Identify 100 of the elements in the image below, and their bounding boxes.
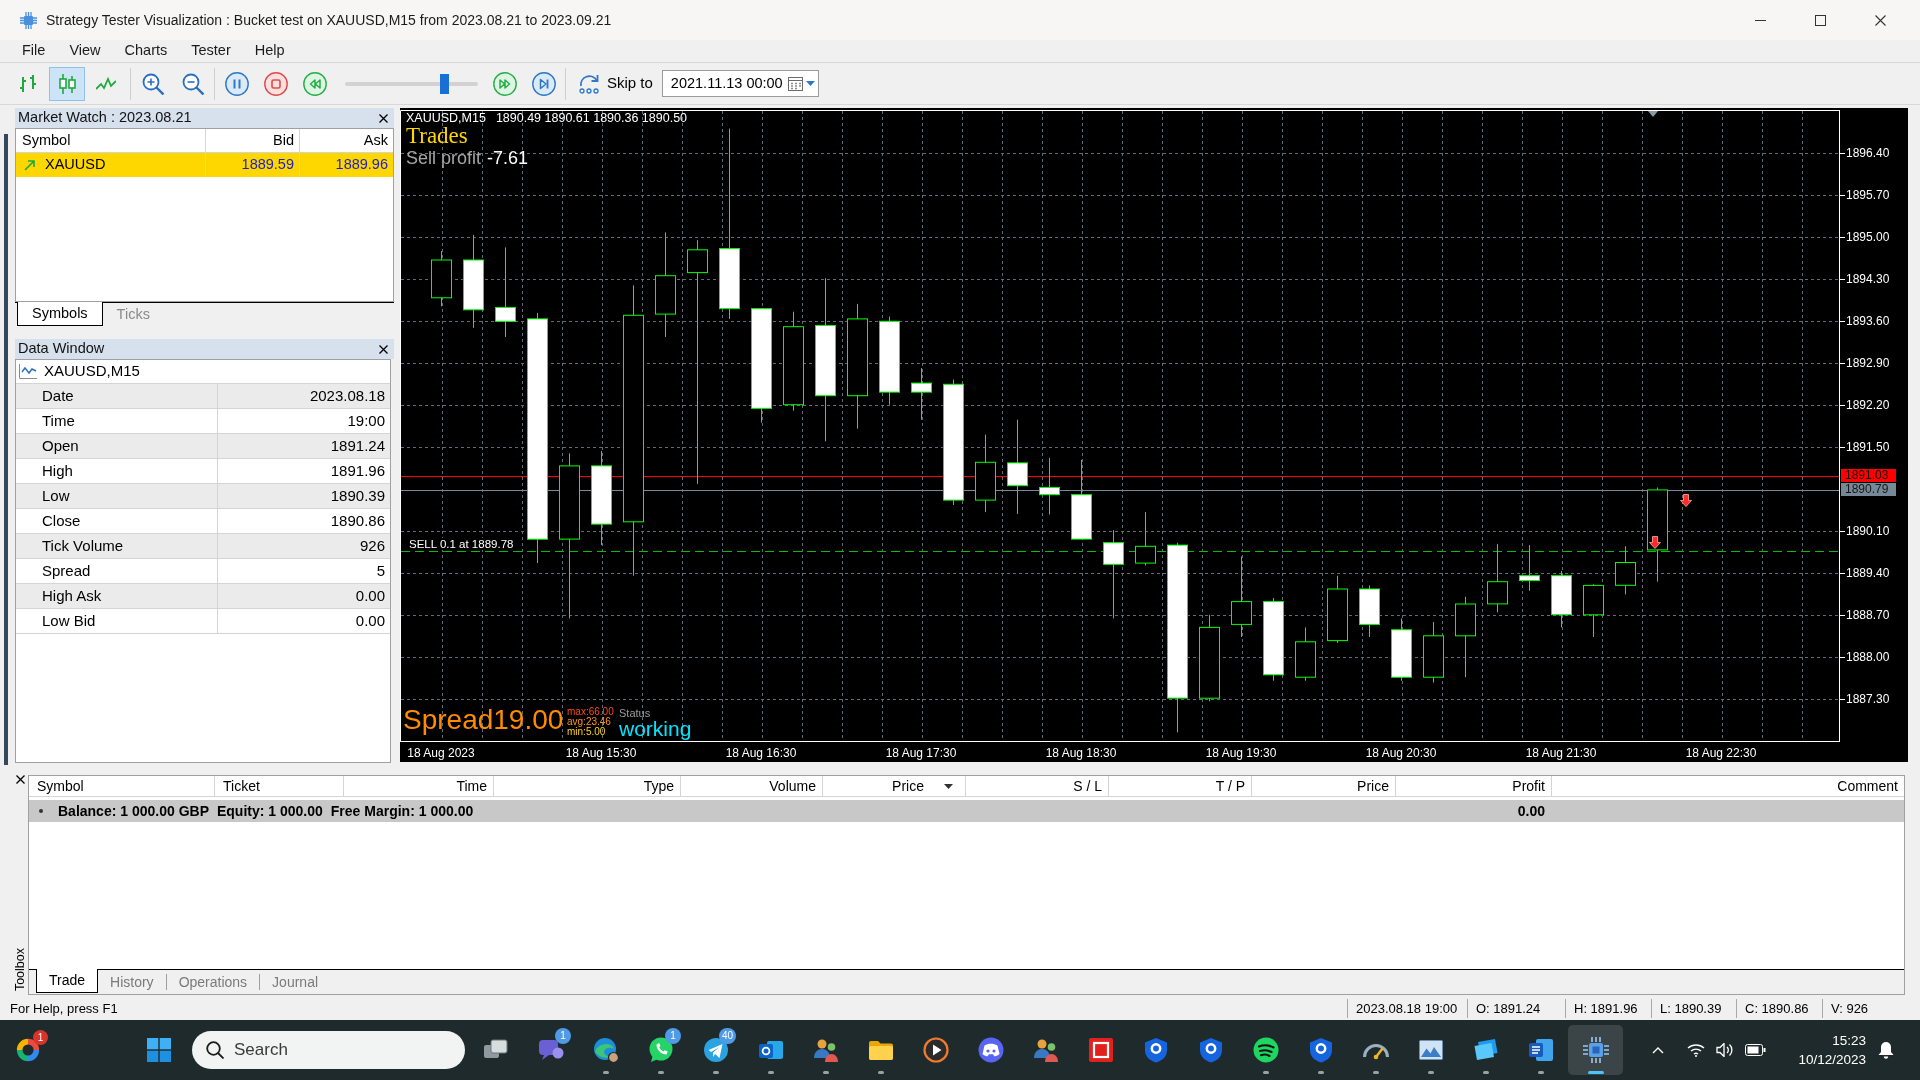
- column-header[interactable]: T / P: [1109, 776, 1252, 796]
- close-icon: [379, 113, 388, 123]
- candle-wick: [1529, 544, 1530, 592]
- grid-logo-icon: [147, 1038, 171, 1062]
- column-header[interactable]: Bid: [273, 129, 294, 152]
- column-header[interactable]: Volume: [681, 776, 823, 796]
- candle-body: [1135, 545, 1156, 564]
- column-header[interactable]: Ask: [363, 129, 388, 152]
- panel-title: Data Window: [18, 339, 105, 359]
- chart-symbol: XAUUSD,M15: [406, 111, 486, 125]
- candle-body: [431, 259, 452, 299]
- symbol-row[interactable]: XAUUSD 1889.59 1889.96: [16, 153, 393, 177]
- column-header[interactable]: Symbol: [29, 776, 215, 796]
- axis-label: 1891.50: [1846, 440, 1890, 455]
- search-icon: [206, 1041, 224, 1059]
- tick-mark: [1839, 615, 1846, 616]
- ask-price: 1889.96: [335, 155, 388, 175]
- sort-arrow-icon: [944, 783, 953, 789]
- field-label: Time: [42, 410, 75, 431]
- panel-tab[interactable]: Journal: [260, 970, 331, 994]
- speaker-icon: [1715, 1043, 1734, 1057]
- ohlc-readout: 1890.49 1890.61 1890.36 1890.50: [495, 111, 688, 125]
- candle-body: [975, 461, 996, 501]
- column-header[interactable]: Symbol: [22, 129, 71, 152]
- field-label: Date: [42, 385, 74, 406]
- window-title: Strategy Tester Visualization : Bucket test on XAUUSD,M15 from 2023.08.21 to 2023.09.21: [46, 10, 612, 30]
- search-field[interactable]: Search: [192, 1031, 465, 1069]
- stop-icon: [264, 71, 288, 96]
- play-icon: [921, 1036, 950, 1064]
- column-header[interactable]: Time: [344, 776, 494, 796]
- tick-mark: [1839, 153, 1846, 154]
- field-label: Low Bid: [42, 610, 96, 631]
- maximize-icon: [1814, 14, 1826, 26]
- menu-item[interactable]: Help: [242, 40, 297, 62]
- summary-text: Balance: 1 000.00 GBP: [58, 801, 209, 821]
- panel-tab[interactable]: Operations: [166, 970, 260, 994]
- app-icon: [20, 11, 37, 29]
- symbol-name: XAUUSD: [45, 155, 106, 175]
- skip-to-button[interactable]: Skip to: [578, 68, 653, 99]
- field-value: 5: [376, 560, 385, 581]
- column-header[interactable]: Price: [823, 776, 966, 796]
- spread-stat: max:66.00: [567, 707, 614, 717]
- axis-label: 18 Aug 18:30: [1045, 746, 1117, 760]
- axis-label: 1888.70: [1846, 608, 1890, 623]
- candle-body: [1455, 603, 1476, 637]
- summary-text: Equity: 1 000.00: [217, 801, 323, 821]
- notification-badge: 1: [555, 1028, 571, 1044]
- bid-price: 1889.59: [241, 155, 294, 175]
- bell-icon: [1878, 1041, 1894, 1059]
- tick-mark: [1839, 657, 1846, 658]
- candle-wick: [921, 367, 922, 421]
- price-label: 1890.79: [1841, 483, 1896, 497]
- field-value: 1891.24: [330, 435, 385, 456]
- axis-label: 18 Aug 22:30: [1685, 746, 1757, 760]
- panel-tab[interactable]: History: [98, 970, 166, 994]
- tick-mark: [1839, 531, 1846, 532]
- column-header[interactable]: Comment: [1552, 776, 1904, 796]
- status-field: 2023.08.18 19:00: [1356, 998, 1458, 1019]
- close-button[interactable]: [378, 112, 389, 124]
- status-label: Status: [619, 707, 651, 719]
- column-header[interactable]: Price: [1252, 776, 1396, 796]
- field-label: Open: [42, 435, 79, 456]
- column-header[interactable]: Ticket: [215, 776, 344, 796]
- menu-item[interactable]: View: [57, 40, 113, 62]
- column-header[interactable]: S / L: [966, 776, 1109, 796]
- field-label: High Ask: [42, 585, 102, 606]
- pause-icon: [225, 71, 249, 96]
- menu-item[interactable]: File: [10, 40, 58, 62]
- field-value: 926: [359, 535, 385, 556]
- line-chart-icon: [19, 364, 37, 379]
- tick-mark: [1839, 573, 1846, 574]
- swirl-icon: [591, 1036, 620, 1064]
- candlestick-button[interactable]: [49, 66, 85, 101]
- axis-label: 1890.10: [1846, 524, 1890, 539]
- panel-tab[interactable]: Trade: [36, 969, 99, 993]
- candle-body: [463, 259, 484, 311]
- candle-body: [911, 382, 932, 393]
- slider-thumb[interactable]: [440, 73, 450, 94]
- axis-label: 1888.00: [1846, 650, 1890, 665]
- menu-item[interactable]: Charts: [112, 40, 180, 62]
- panel-tab[interactable]: Symbols: [17, 302, 103, 326]
- axis-label: 18 Aug 21:30: [1525, 746, 1597, 760]
- clock-button[interactable]: 15:23 10/12/2023: [1774, 1028, 1870, 1072]
- caret-down-icon: [805, 81, 815, 86]
- status-field: C: 1890.86: [1745, 998, 1809, 1019]
- spread-readout: Spread19.00: [403, 705, 564, 735]
- candle-body: [1519, 575, 1540, 581]
- column-header[interactable]: Profit: [1396, 776, 1552, 796]
- profit-label: Sell profit: [406, 148, 482, 168]
- close-button[interactable]: [378, 343, 389, 355]
- date-field[interactable]: 2021.11.13 00:00: [661, 70, 819, 97]
- close-icon: [15, 775, 25, 784]
- tick-mark: [1839, 363, 1846, 364]
- close-button[interactable]: [14, 774, 26, 785]
- menu-item[interactable]: Tester: [179, 40, 243, 62]
- axis-label: 18 Aug 19:30: [1205, 746, 1277, 760]
- widget-button[interactable]: 1: [8, 1028, 48, 1072]
- axis-label: 1895.70: [1846, 188, 1890, 203]
- column-header[interactable]: Type: [494, 776, 681, 796]
- candle-body: [687, 249, 708, 274]
